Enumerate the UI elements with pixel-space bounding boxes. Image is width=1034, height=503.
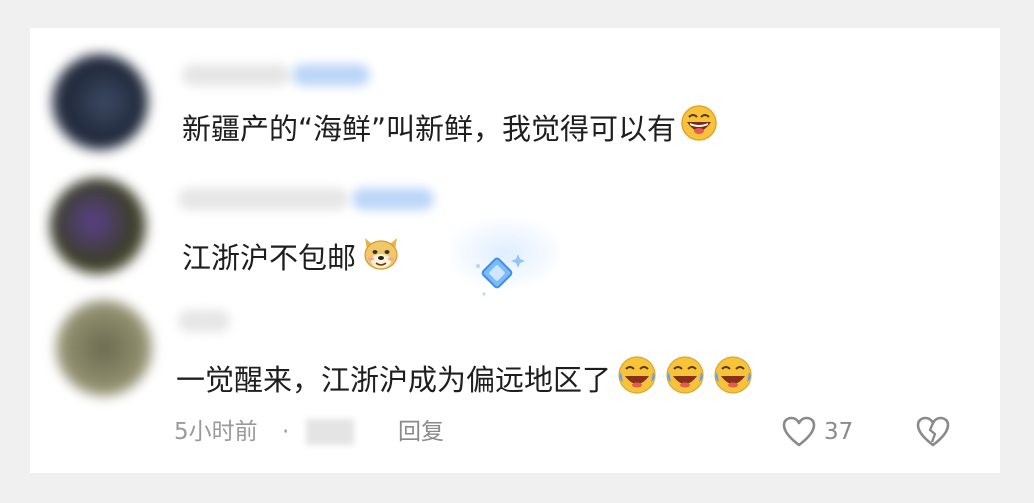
comment-text[interactable]: 一觉醒来，江浙沪成为偏远地区了 <box>172 352 760 408</box>
comment-text-content: 江浙沪不包邮 <box>182 241 357 275</box>
grinning-face-emoji <box>680 104 718 154</box>
reply-button[interactable]: 回复 <box>398 417 444 447</box>
doge-emoji <box>360 232 402 284</box>
username-blurred[interactable] <box>182 64 290 86</box>
username-blurred[interactable] <box>178 188 348 210</box>
avatar[interactable] <box>50 178 146 274</box>
comment-text[interactable]: 江浙沪不包邮 <box>178 232 406 284</box>
sparkle-badge-icon <box>470 246 526 306</box>
comment-card: 新疆产的“海鲜”叫新鲜，我觉得可以有 江浙沪不包邮 一觉醒来，江浙沪成为偏远地区… <box>30 28 1000 473</box>
heart-outline-icon[interactable] <box>782 416 816 452</box>
avatar[interactable] <box>52 54 148 150</box>
like-count: 37 <box>824 419 854 445</box>
comment-text-content: 一觉醒来，江浙沪成为偏远地区了 <box>176 363 612 397</box>
timestamp: 5小时前 <box>174 419 258 445</box>
broken-heart-icon[interactable] <box>916 416 950 452</box>
meta-separator: · <box>282 419 290 445</box>
laughing-crying-emoji <box>615 352 755 408</box>
comment-text-content: 新疆产的“海鲜”叫新鲜，我觉得可以有 <box>182 112 677 146</box>
avatar[interactable] <box>56 300 152 396</box>
ip-location-blurred <box>306 419 354 445</box>
user-badge <box>292 64 370 86</box>
comment-text[interactable]: 新疆产的“海鲜”叫新鲜，我觉得可以有 <box>178 104 723 154</box>
username-blurred[interactable] <box>178 310 230 332</box>
user-badge <box>352 188 434 210</box>
